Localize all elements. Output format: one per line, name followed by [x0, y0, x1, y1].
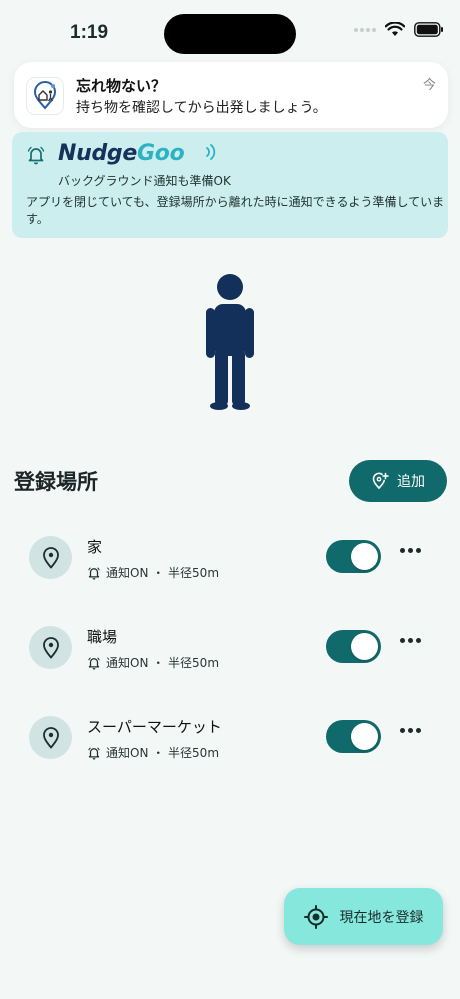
status-bar: 1:19	[0, 0, 460, 62]
location-pin-icon	[29, 716, 72, 759]
bell-icon	[88, 746, 100, 760]
battery-icon	[414, 22, 443, 37]
brand-name-main: Nudge	[58, 141, 137, 166]
place-meta: 通知ON ・ 半径50m	[87, 744, 219, 761]
place-name: 家	[87, 538, 103, 556]
place-row[interactable]: スーパーマーケット 通知ON ・ 半径50m	[14, 692, 446, 776]
location-pin-icon	[29, 536, 72, 579]
add-place-label: 追加	[397, 474, 425, 490]
register-current-location-button[interactable]: 現在地を登録	[284, 888, 443, 945]
status-time: 1:19	[70, 22, 109, 43]
register-current-location-label: 現在地を登録	[339, 909, 424, 926]
status-icons	[354, 22, 444, 37]
brand-logo: NudgeGoo	[58, 141, 185, 166]
more-options-icon[interactable]	[400, 548, 421, 553]
notification-title: 忘れ物ない？	[76, 77, 167, 95]
place-row[interactable]: 職場 通知ON ・ 半径50m	[14, 602, 446, 686]
place-meta: 通知ON ・ 半径50m	[87, 654, 219, 671]
push-notification[interactable]: 忘れ物ない？ 持ち物を確認してから出発しましょう。 今	[14, 62, 448, 128]
more-options-icon[interactable]	[400, 638, 421, 643]
bell-icon	[27, 146, 45, 165]
notification-toggle[interactable]	[326, 540, 381, 573]
places-section-title: 登録場所	[14, 470, 98, 494]
toggle-knob	[351, 543, 378, 570]
location-pin-icon	[29, 626, 72, 669]
brand-name-accent: Goo	[137, 141, 185, 166]
app-icon	[26, 77, 64, 115]
background-notification-banner: NudgeGoo バックグラウンド通知も準備OK アプリを閉じていても、登録場所…	[12, 132, 448, 238]
add-location-icon	[372, 472, 389, 489]
banner-subtitle: バックグラウンド通知も準備OK	[58, 174, 231, 188]
notification-toggle[interactable]	[326, 630, 381, 663]
more-options-icon[interactable]	[400, 728, 421, 733]
bell-icon	[88, 566, 100, 580]
dynamic-island	[164, 14, 296, 54]
add-place-button[interactable]: 追加	[349, 460, 447, 502]
banner-description: アプリを閉じていても、登録場所から離れた時に通知できるよう準備しています。	[26, 195, 445, 226]
place-meta-text: 通知ON ・ 半径50m	[106, 656, 220, 670]
person-figure	[206, 274, 254, 410]
notification-toggle[interactable]	[326, 720, 381, 753]
place-name: スーパーマーケット	[87, 718, 222, 736]
place-meta-text: 通知ON ・ 半径50m	[106, 566, 220, 580]
place-meta-text: 通知ON ・ 半径50m	[106, 746, 220, 760]
notification-body: 持ち物を確認してから出発しましょう。	[76, 100, 327, 116]
place-meta: 通知ON ・ 半径50m	[87, 564, 219, 581]
crosshair-icon	[303, 904, 328, 929]
place-row[interactable]: 家 通知ON ・ 半径50m	[14, 512, 446, 596]
toggle-knob	[351, 723, 378, 750]
bell-icon	[88, 656, 100, 670]
wifi-icon	[385, 22, 405, 36]
cellular-signal-icon	[354, 27, 376, 32]
signal-waves-icon	[206, 144, 216, 160]
toggle-knob	[351, 633, 378, 660]
notification-time: 今	[422, 78, 436, 93]
place-name: 職場	[87, 628, 118, 646]
